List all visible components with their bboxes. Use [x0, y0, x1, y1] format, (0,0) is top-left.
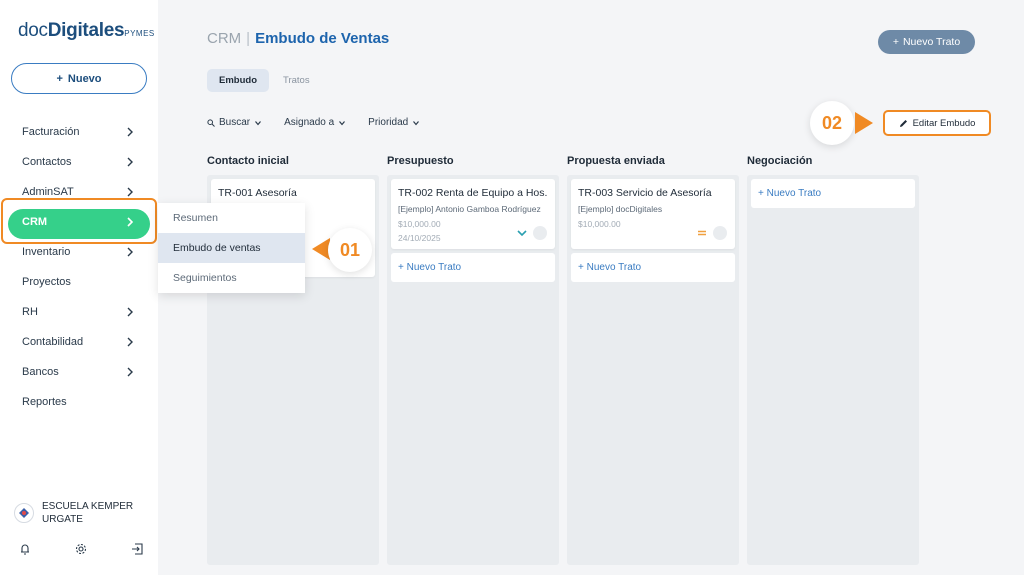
- sidebar-item-rh[interactable]: RH: [0, 297, 158, 327]
- bell-icon[interactable]: [18, 542, 32, 556]
- new-button[interactable]: + Nuevo: [11, 63, 147, 94]
- deal-card[interactable]: TR-002 Renta de Equipo a Hos... [Ejemplo…: [391, 179, 555, 249]
- chevron-down-icon: [255, 120, 262, 125]
- deal-title: TR-001 Asesoría: [218, 187, 297, 199]
- app-logo[interactable]: docDigitalesPYMES: [18, 20, 155, 42]
- account-switcher[interactable]: ESCUELA KEMPER URGATE: [14, 500, 142, 526]
- sidebar-item-contactos[interactable]: Contactos: [0, 147, 158, 177]
- column-title: Propuesta enviada: [567, 155, 665, 167]
- new-deal-button-label: Nuevo Trato: [902, 36, 961, 48]
- add-deal-button[interactable]: + Nuevo Trato: [391, 253, 555, 282]
- priority-filter[interactable]: Prioridad: [368, 117, 420, 128]
- deal-contact: [Ejemplo] docDigitales: [578, 204, 663, 214]
- sidebar-item-label: CRM: [22, 216, 48, 228]
- assignee-avatar[interactable]: [533, 226, 547, 240]
- chevron-down-icon: [413, 120, 420, 125]
- chevron-right-icon: [127, 217, 134, 227]
- priority-medium-icon: [698, 230, 706, 236]
- assigned-filter[interactable]: Asignado a: [284, 117, 346, 128]
- crm-submenu: Resumen Embudo de ventas Seguimientos: [158, 203, 305, 293]
- add-deal-button[interactable]: + Nuevo Trato: [751, 179, 915, 208]
- account-name: ESCUELA KEMPER URGATE: [42, 501, 134, 525]
- page-title: CRM | Embudo de Ventas: [207, 30, 389, 47]
- sidebar-footer: [18, 542, 144, 556]
- column-body: TR-003 Servicio de Asesoría [Ejemplo] do…: [567, 175, 739, 565]
- sidebar-item-facturacion[interactable]: Facturación: [0, 117, 158, 147]
- sidebar-item-proyectos[interactable]: Proyectos: [0, 267, 158, 297]
- column-contacto-inicial: Contacto inicial TR-001 Asesoría [Ejempl…: [207, 155, 379, 565]
- column-title: Presupuesto: [387, 155, 454, 167]
- sidebar-item-label: Bancos: [22, 366, 59, 378]
- breadcrumb[interactable]: CRM: [207, 30, 241, 47]
- sidebar-item-label: RH: [22, 306, 38, 318]
- column-title: Contacto inicial: [207, 155, 289, 167]
- column-body: + Nuevo Trato: [747, 175, 919, 565]
- column-negociacion: Negociación + Nuevo Trato: [747, 155, 919, 565]
- gear-icon[interactable]: [74, 542, 88, 556]
- filter-bar: Buscar Asignado a Prioridad: [207, 117, 442, 128]
- submenu-item-seguimientos[interactable]: Seguimientos: [158, 263, 305, 293]
- chevron-right-icon: [127, 247, 133, 257]
- sidebar-item-label: Facturación: [22, 126, 80, 138]
- step-badge-02: 02: [810, 101, 854, 145]
- assigned-label: Asignado a: [284, 117, 335, 128]
- breadcrumb-separator: |: [246, 30, 251, 47]
- view-tabs: Embudo Tratos: [207, 69, 322, 92]
- sidebar-item-label: AdminSAT: [22, 186, 74, 198]
- avatar: [14, 503, 34, 523]
- tab-embudo[interactable]: Embudo: [207, 69, 269, 92]
- add-deal-button[interactable]: + Nuevo Trato: [571, 253, 735, 282]
- sidebar-nav: Facturación Contactos AdminSAT CRM Inven…: [0, 117, 158, 417]
- annotation-arrow-right: [855, 112, 873, 134]
- submenu-item-resumen[interactable]: Resumen: [158, 203, 305, 233]
- page-title-text: Embudo de Ventas: [255, 30, 390, 47]
- edit-funnel-button[interactable]: Editar Embudo: [883, 110, 991, 136]
- sidebar-item-bancos[interactable]: Bancos: [0, 357, 158, 387]
- plus-icon: +: [892, 36, 899, 48]
- column-presupuesto: Presupuesto TR-002 Renta de Equipo a Hos…: [387, 155, 559, 565]
- step-badge-01: 01: [328, 228, 372, 272]
- sidebar: docDigitalesPYMES + Nuevo Facturación Co…: [0, 0, 158, 575]
- column-title: Negociación: [747, 155, 813, 167]
- assignee-avatar[interactable]: [713, 226, 727, 240]
- plus-icon: +: [56, 72, 63, 85]
- logout-icon[interactable]: [130, 542, 144, 556]
- chevron-right-icon: [127, 337, 133, 347]
- column-propuesta-enviada: Propuesta enviada TR-003 Servicio de Ase…: [567, 155, 739, 565]
- chevron-right-icon: [127, 187, 133, 197]
- priority-label: Prioridad: [368, 117, 409, 128]
- school-logo-icon: [19, 508, 29, 518]
- edit-funnel-label: Editar Embudo: [912, 117, 976, 129]
- pencil-icon: [899, 119, 907, 127]
- submenu-item-embudo-de-ventas[interactable]: Embudo de ventas: [158, 233, 305, 263]
- chevron-right-icon: [127, 127, 133, 137]
- deal-title: TR-003 Servicio de Asesoría: [578, 187, 712, 199]
- sidebar-item-contabilidad[interactable]: Contabilidad: [0, 327, 158, 357]
- deal-actions: [517, 226, 547, 240]
- search-icon: [207, 118, 215, 127]
- new-deal-button[interactable]: + Nuevo Trato: [878, 30, 975, 54]
- search-filter[interactable]: Buscar: [207, 117, 262, 128]
- sidebar-item-reportes[interactable]: Reportes: [0, 387, 158, 417]
- column-body: TR-002 Renta de Equipo a Hos... [Ejemplo…: [387, 175, 559, 565]
- search-label: Buscar: [219, 117, 251, 128]
- deal-title: TR-002 Renta de Equipo a Hos...: [398, 187, 548, 199]
- tab-tratos[interactable]: Tratos: [271, 69, 322, 92]
- sidebar-item-label: Contabilidad: [22, 336, 84, 348]
- chevron-right-icon: [127, 367, 133, 377]
- deal-card[interactable]: TR-003 Servicio de Asesoría [Ejemplo] do…: [571, 179, 735, 249]
- deal-contact: [Ejemplo] Antonio Gamboa Rodríguez: [398, 204, 541, 214]
- sidebar-item-label: Contactos: [22, 156, 72, 168]
- sidebar-item-label: Inventario: [22, 246, 71, 258]
- priority-low-icon: [517, 230, 527, 237]
- new-button-label: Nuevo: [67, 72, 102, 85]
- sidebar-item-label: Proyectos: [22, 276, 71, 288]
- sidebar-item-label: Reportes: [22, 396, 67, 408]
- deal-actions: [697, 226, 727, 240]
- chevron-down-icon: [339, 120, 346, 125]
- chevron-right-icon: [127, 157, 133, 167]
- chevron-right-icon: [127, 307, 133, 317]
